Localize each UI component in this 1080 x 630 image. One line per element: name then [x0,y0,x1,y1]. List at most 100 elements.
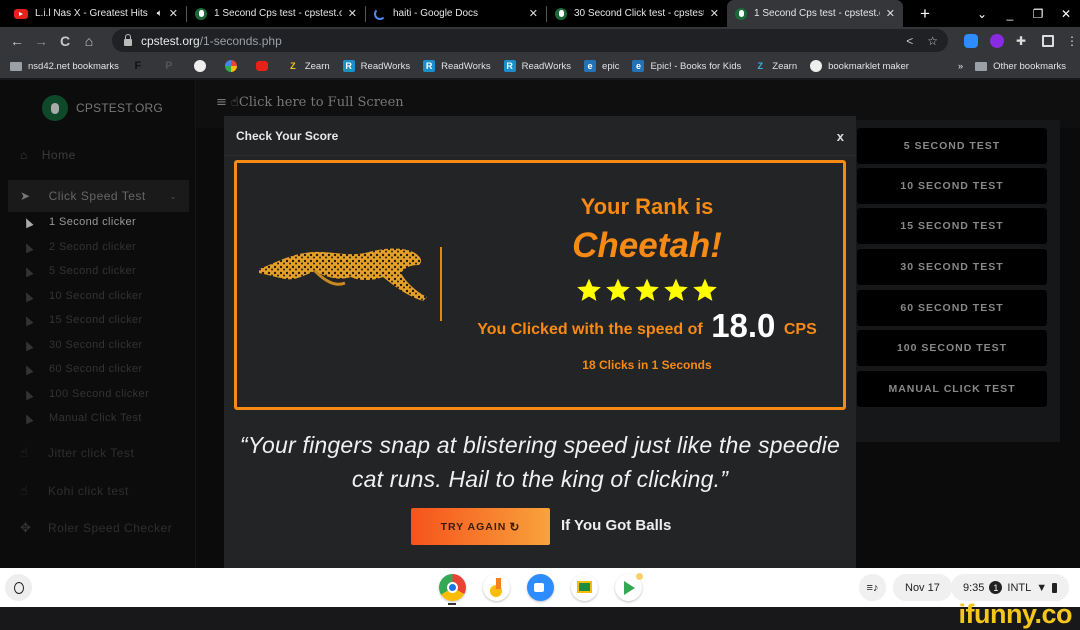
close-tab-icon[interactable]: ✕ [169,7,178,20]
chrome-icon[interactable] [439,574,466,601]
extensions-area: ✚ ⋮ [964,27,1078,54]
loading-icon [374,7,386,20]
close-tab-icon[interactable]: ✕ [529,7,538,20]
tab-active-1-second-cps[interactable]: 1 Second Cps test - cpstest.org ✕ [727,0,903,27]
test-button-10s[interactable]: 10 SECOND TEST [857,168,1047,204]
test-button-100s[interactable]: 100 SECOND TEST [857,330,1047,366]
sidebar-sub-item[interactable]: 60 Second clicker [22,363,143,375]
tab-lil-nas-x[interactable]: L.i.l Nas X - Greatest Hits 2 🔈︎ ✕ [0,0,186,27]
restore-icon[interactable]: ❐ [1024,7,1052,21]
test-button-manual[interactable]: MANUAL CLICK TEST [857,371,1047,407]
tab-1-second-cps[interactable]: 1 Second Cps test - cpstest.org ✕ [187,0,365,27]
reload-icon[interactable]: C [54,33,76,49]
menu-icon[interactable]: ⋮ [1066,34,1078,48]
classroom-icon[interactable] [571,574,598,601]
sidebar-sub-item[interactable]: 30 Second clicker [22,339,143,351]
tab-google-docs[interactable]: haiti - Google Docs ✕ [366,0,546,27]
lock-icon[interactable] [124,34,132,46]
bookmark-globe[interactable] [193,60,212,72]
site-logo[interactable]: CPSTEST.ORG [42,95,163,121]
bookmark-readworks[interactable]: R ReadWorks [423,60,491,72]
cheetah-image [259,248,427,301]
hamburger-icon[interactable]: ≡ [216,95,227,110]
sidebar-sub-item[interactable]: 15 Second clicker [22,314,143,326]
back-icon[interactable]: ← [6,33,28,49]
more-bookmarks-button[interactable]: » [958,61,963,72]
sidebar-item-home[interactable]: ⌂ Home [20,148,76,162]
sidebar-sub-item[interactable]: 2 Second clicker [22,241,136,253]
wifi-icon: ▼ [1036,581,1048,594]
bookmark-youtube[interactable] [255,61,274,71]
sidebar-item-jitter[interactable]: ☝︎ Jitter click Test [20,445,134,461]
bookmark-f[interactable]: F [132,60,150,72]
bookmark-star-icon[interactable]: ☆ [927,34,938,48]
sidebar-sub-item[interactable]: 5 Second clicker [22,265,136,277]
test-button-30s[interactable]: 30 SECOND TEST [857,249,1047,285]
cursor-icon [22,216,34,228]
keep-icon[interactable] [483,574,510,601]
forward-icon[interactable]: → [30,33,52,49]
side-panel-icon[interactable] [1042,34,1054,47]
bookmark-epic[interactable]: e epic [584,60,619,72]
close-window-icon[interactable]: ✕ [1052,7,1080,21]
sidebar-item-kohi[interactable]: ☝︎ Kohi click test [20,483,129,499]
share-icon[interactable]: < [906,34,913,48]
other-bookmarks[interactable]: Other bookmarks [975,61,1066,72]
rank-quote: “Your fingers snap at blistering speed j… [239,432,841,492]
sidebar-sub-item[interactable]: 100 Second clicker [22,388,149,400]
tab-30-second-click[interactable]: 30 Second Click test - cpstest.org ✕ [547,0,727,27]
cpstest-icon [195,7,207,20]
star-icon [664,278,688,301]
media-controls-icon[interactable]: ≡♪ [859,574,886,601]
address-bar[interactable]: cpstest.org/1-seconds.php < ☆ [112,29,948,52]
bottom-strip [0,607,1080,627]
score-box: Your Rank is Cheetah! You Clicked with t… [234,160,846,410]
bookmark-p[interactable]: P [163,60,181,72]
minimize-icon[interactable]: _ [996,7,1024,21]
rank-label: Your Rank is [580,194,714,219]
globe-icon [810,60,823,72]
audio-icon[interactable]: 🔈︎ [157,8,163,19]
close-icon[interactable]: x [837,129,844,144]
cursor-icon [22,412,34,424]
play-store-icon[interactable] [615,573,643,601]
status-tray[interactable]: 9:35 1 INTL ▼ [951,574,1070,601]
bookmark-readworks[interactable]: R ReadWorks [503,60,571,72]
bookmark-nsd42[interactable]: nsd42.net bookmarks [10,61,119,72]
launcher-button[interactable] [5,574,32,601]
zoom-extension-icon[interactable] [964,33,978,48]
p-icon: P [165,60,173,72]
tab-search-icon[interactable]: ⌄ [968,7,996,21]
puzzle-icon[interactable]: ✚ [1016,34,1030,48]
bookmark-readworks[interactable]: R ReadWorks [342,60,410,72]
bookmark-pinwheel[interactable] [224,60,243,72]
test-button-15s[interactable]: 15 SECOND TEST [857,208,1047,244]
close-tab-icon[interactable]: ✕ [886,7,895,20]
date-button[interactable]: Nov 17 [893,574,952,601]
sidebar-sub-item[interactable]: Manual Click Test [22,412,142,424]
bookmark-epic-books[interactable]: e Epic! - Books for Kids [632,60,741,72]
test-button-5s[interactable]: 5 SECOND TEST [857,128,1047,164]
home-icon: ⌂ [20,148,28,162]
cursor-icon [22,314,34,326]
test-button-60s[interactable]: 60 SECOND TEST [857,290,1047,326]
sidebar-sub-item[interactable]: 1 Second clicker [22,216,136,228]
fullscreen-link[interactable]: ≡ ☝︎Click here to Full Screen [216,95,404,110]
sidebar: CPSTEST.ORG ⌂ Home ➤ Click Speed Test ⌄ … [0,80,196,568]
globe-icon [193,60,206,72]
bookmark-bookmarklet-maker[interactable]: bookmarklet maker [810,60,909,72]
close-tab-icon[interactable]: ✕ [710,7,719,20]
sidebar-item-click-speed-test[interactable]: ➤ Click Speed Test ⌄ [8,180,189,212]
sidebar-item-roler[interactable]: ✥ Roler Speed Checker [20,520,172,536]
bookmark-zearn[interactable]: Z Zearn [287,60,330,72]
close-tab-icon[interactable]: ✕ [348,7,357,20]
bookmark-zearn[interactable]: Z Zearn [754,60,798,72]
rank-name: Cheetah! [572,226,722,265]
sidebar-sub-item[interactable]: 10 Second clicker [22,290,143,302]
new-tab-button[interactable]: + [913,4,937,24]
zoom-icon[interactable] [527,574,554,601]
home-icon[interactable]: ⌂ [78,33,100,49]
score-modal: Check Your Score x Your Rank is Cheetah! [224,116,856,568]
extension-icon[interactable] [990,33,1004,48]
try-again-button[interactable]: TRY AGAIN ↻ [411,508,550,545]
